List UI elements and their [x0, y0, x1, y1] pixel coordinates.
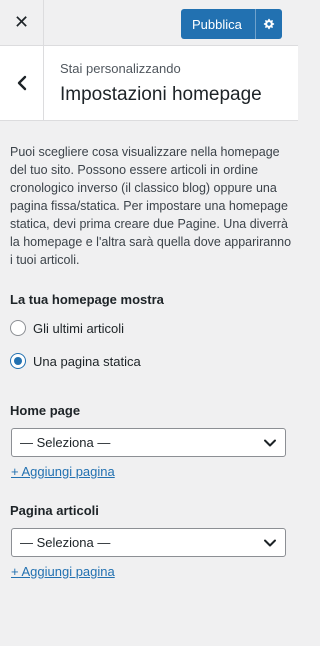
home-page-select-value: — Seleziona — [20, 435, 111, 450]
chevron-down-icon [264, 439, 276, 447]
home-page-label: Home page [10, 403, 81, 418]
section-description: Puoi scegliere cosa visualizzare nella h… [10, 145, 292, 267]
back-button[interactable] [0, 46, 44, 120]
chevron-left-icon [17, 75, 26, 91]
section-header: Stai personalizzando Impostazioni homepa… [0, 46, 298, 121]
radio-label: Una pagina statica [33, 353, 141, 369]
add-home-page-link[interactable]: + Aggiungi pagina [11, 464, 115, 479]
home-page-select[interactable]: — Seleziona — [11, 428, 286, 457]
posts-page-select[interactable]: — Seleziona — [11, 528, 286, 557]
publish-button[interactable]: Pubblica [181, 9, 282, 39]
radio-label: Gli ultimi articoli [33, 320, 125, 336]
close-button[interactable]: ✕ [0, 0, 44, 45]
posts-page-select-value: — Seleziona — [20, 535, 111, 550]
posts-page-label: Pagina articoli [10, 503, 99, 518]
publish-label: Pubblica [192, 16, 242, 32]
header-subtitle: Stai personalizzando [60, 61, 181, 76]
chevron-down-icon [264, 539, 276, 547]
radio-static-page[interactable]: Una pagina statica [10, 352, 141, 370]
close-icon: ✕ [13, 12, 30, 32]
gear-icon [263, 18, 275, 30]
radio-button[interactable] [10, 320, 26, 336]
radio-button-checked[interactable] [10, 353, 26, 369]
radio-latest-posts[interactable]: Gli ultimi articoli [10, 319, 124, 337]
add-posts-page-link[interactable]: + Aggiungi pagina [11, 564, 115, 579]
homepage-display-label: La tua homepage mostra [10, 292, 164, 307]
page-title: Impostazioni homepage [60, 84, 262, 105]
customizer-topbar: ✕ Pubblica [0, 0, 298, 46]
publish-settings-button[interactable] [256, 9, 282, 39]
